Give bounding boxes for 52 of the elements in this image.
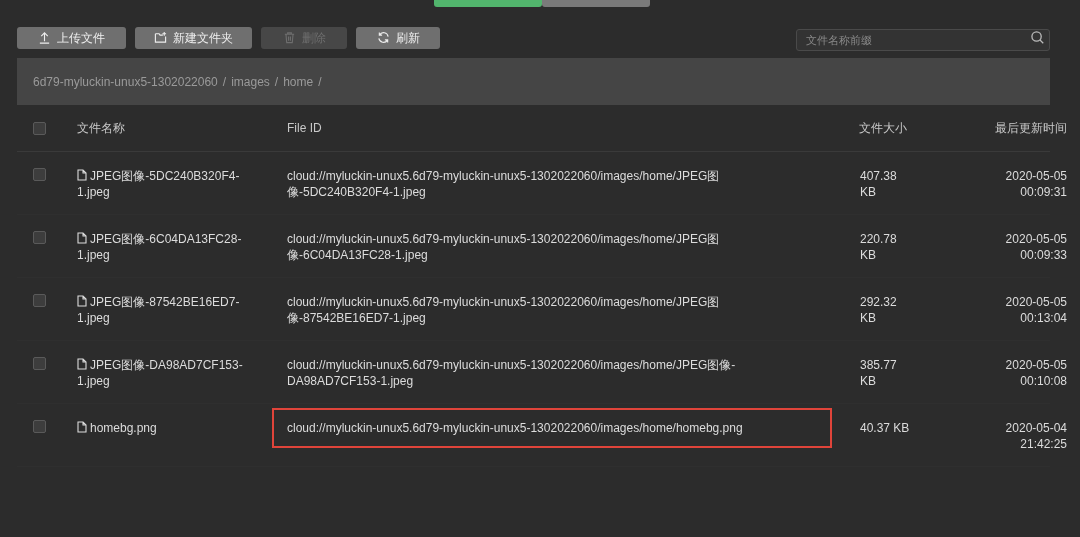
file-icon — [77, 295, 87, 307]
file-id-text: cloud://myluckin-unux5.6d79-myluckin-unux5-1302022060/images/home/JPEG图像-DA98AD7CF153-1.jpeg — [287, 357, 737, 389]
file-name[interactable]: JPEG图像-87542BE16ED7-1.jpeg — [77, 294, 255, 326]
breadcrumb-link[interactable]: images — [231, 72, 270, 91]
checkbox[interactable] — [33, 231, 46, 244]
update-time: 2020-05-04 21:42:25 — [1005, 421, 1067, 451]
file-id-text: cloud://myluckin-unux5.6d79-myluckin-unux5-1302022060/images/home/homebg.png — [274, 410, 830, 446]
file-size: 220.78 KB — [860, 232, 897, 262]
update-time: 2020-05-05 00:09:33 — [1005, 232, 1067, 262]
file-icon — [77, 358, 87, 370]
refresh-icon — [376, 31, 390, 44]
file-icon — [77, 421, 87, 433]
file-size: 292.32 KB — [860, 295, 897, 325]
checkbox[interactable] — [33, 121, 46, 135]
update-time: 2020-05-05 00:09:31 — [1005, 169, 1067, 199]
file-name[interactable]: JPEG图像-5DC240B320F4-1.jpeg — [77, 168, 255, 200]
file-name[interactable]: JPEG图像-6C04DA13FC28-1.jpeg — [77, 231, 255, 263]
checkbox[interactable] — [33, 357, 46, 370]
checkbox[interactable] — [33, 168, 46, 181]
file-size: 385.77 KB — [860, 358, 897, 388]
upload-icon — [38, 31, 51, 44]
toolbar-button[interactable]: 上传文件 — [17, 26, 126, 49]
tab[interactable] — [434, 0, 542, 7]
checkbox[interactable] — [33, 420, 46, 433]
checkbox[interactable] — [33, 294, 46, 307]
trash-icon — [282, 31, 296, 44]
toolbar-button[interactable]: 刷新 — [356, 26, 440, 49]
breadcrumb-separator: / — [318, 73, 322, 91]
folder-icon — [154, 31, 167, 44]
file-size: 40.37 KB — [860, 421, 910, 435]
file-name[interactable]: JPEG图像-DA98AD7CF153-1.jpeg — [77, 357, 255, 389]
breadcrumb-link[interactable]: home — [283, 72, 314, 91]
file-icon — [77, 232, 87, 244]
column-header: File ID — [287, 121, 322, 135]
tab[interactable] — [542, 0, 650, 7]
file-name[interactable]: homebg.png — [77, 420, 255, 436]
update-time: 2020-05-05 00:13:04 — [1005, 295, 1067, 325]
file-id-text: cloud://myluckin-unux5.6d79-myluckin-unux5-1302022060/images/home/JPEG图像-87542BE16ED7-1.jpeg — [287, 294, 721, 326]
file-icon — [77, 169, 87, 181]
update-time: 2020-05-05 00:10:08 — [1005, 358, 1067, 388]
file-id-text: cloud://myluckin-unux5.6d79-myluckin-unux5-1302022060/images/home/JPEG图像-5DC240B320F4-1.jpeg — [287, 168, 721, 200]
breadcrumb-link[interactable]: 6d79-myluckin-unux5-1302022060 — [33, 72, 218, 91]
column-header: 文件大小 — [859, 121, 907, 135]
search-field[interactable]: 文件名称前缀 — [796, 28, 1050, 51]
search-icon — [1031, 30, 1044, 44]
file-id-text: cloud://myluckin-unux5.6d79-myluckin-unux5-1302022060/images/home/JPEG图像-6C04DA13FC28-1.jpeg — [287, 231, 721, 263]
toolbar-button[interactable]: 新建文件夹 — [135, 26, 252, 49]
breadcrumb-separator: / — [274, 73, 279, 91]
column-header: 最后更新时间 — [995, 121, 1067, 135]
file-size: 407.38 KB — [860, 169, 897, 199]
column-header: 文件名称 — [77, 121, 125, 135]
breadcrumb-separator: / — [222, 73, 227, 91]
